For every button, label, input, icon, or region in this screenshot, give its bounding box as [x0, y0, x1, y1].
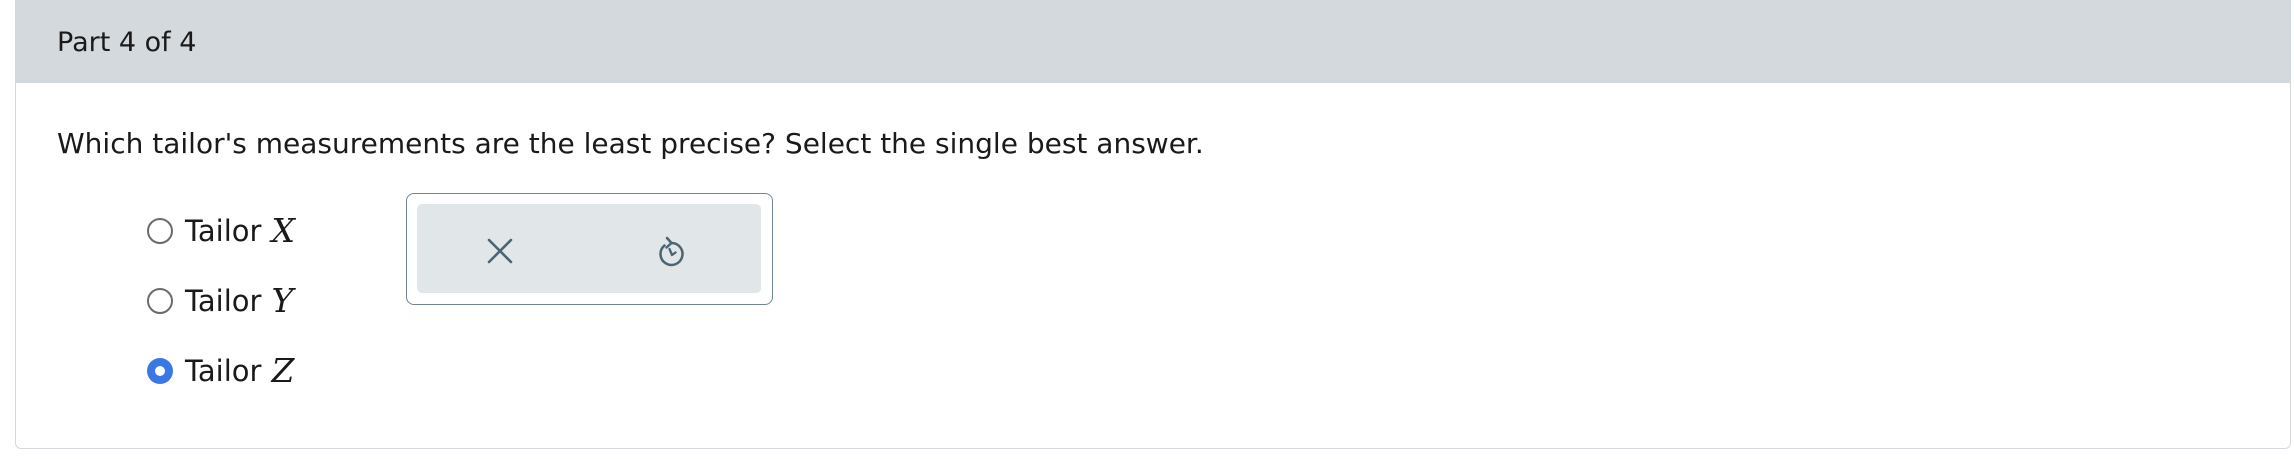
- radio-button-selected[interactable]: [147, 358, 173, 384]
- option-label: Tailor: [185, 354, 262, 388]
- question-text: Which tailor's measurements are the leas…: [57, 127, 1204, 160]
- radio-button[interactable]: [147, 288, 173, 314]
- option-label: Tailor: [185, 214, 262, 248]
- option-tailor-x[interactable]: Tailor X: [147, 211, 295, 251]
- radio-button[interactable]: [147, 218, 173, 244]
- undo-button[interactable]: [651, 231, 691, 271]
- option-tailor-z[interactable]: Tailor Z: [147, 351, 294, 391]
- answer-toolbox: [406, 193, 773, 305]
- close-icon: [487, 238, 513, 264]
- option-tailor-y[interactable]: Tailor Y: [147, 281, 293, 321]
- clear-button[interactable]: [480, 231, 520, 271]
- part-label: Part 4 of 4: [57, 27, 197, 58]
- option-variable: Z: [271, 351, 295, 390]
- toolbox-inner: [417, 204, 761, 293]
- undo-icon: [659, 236, 684, 267]
- option-variable: X: [271, 211, 295, 250]
- question-panel: Part 4 of 4 Which tailor's measurements …: [15, 0, 2291, 449]
- option-variable: Y: [271, 281, 294, 320]
- option-label: Tailor: [185, 284, 262, 318]
- panel-header: Part 4 of 4: [16, 0, 2290, 83]
